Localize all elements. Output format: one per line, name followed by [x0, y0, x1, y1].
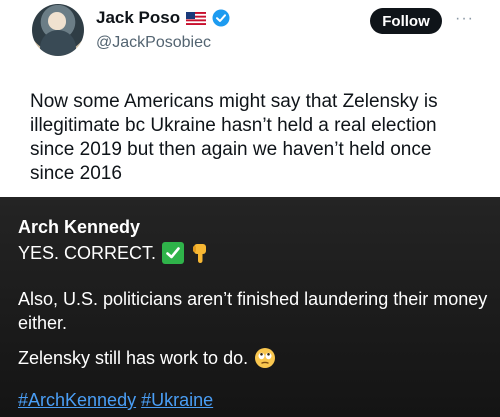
- post-paragraph-3: Zelensky still has work to do.: [18, 347, 276, 369]
- follow-button[interactable]: Follow: [370, 8, 442, 34]
- pointing-down-icon: [190, 242, 210, 264]
- more-options-icon[interactable]: ···: [455, 10, 474, 28]
- embedded-tweet: Jack Poso @JackPosobiec Follow ··· Now s…: [0, 0, 500, 197]
- hashtag-link[interactable]: #Ukraine: [141, 390, 213, 410]
- us-flag-icon: [186, 11, 207, 25]
- hashtag-link[interactable]: #ArchKennedy: [18, 390, 136, 410]
- verified-badge-icon: [212, 9, 230, 27]
- eye-roll-face-icon: [254, 347, 276, 369]
- check-mark-icon: [162, 242, 185, 264]
- avatar[interactable]: [32, 4, 84, 56]
- post-line-1: YES. CORRECT.: [18, 242, 210, 264]
- post-author[interactable]: Arch Kennedy: [18, 217, 140, 238]
- post-caption-panel: Arch Kennedy YES. CORRECT. Also, U.S. po…: [0, 197, 500, 417]
- post-paragraph-3-text: Zelensky still has work to do.: [18, 347, 249, 368]
- post-paragraph-2: Also, U.S. politicians aren’t finished l…: [18, 289, 488, 333]
- post-line-1-text: YES. CORRECT.: [18, 242, 157, 263]
- tweet-text: Now some Americans might say that Zelens…: [30, 91, 438, 184]
- display-name[interactable]: Jack Poso: [96, 8, 180, 28]
- tweet-handle[interactable]: @JackPosobiec: [96, 34, 211, 52]
- tweet-author-row: Jack Poso: [96, 8, 230, 28]
- hashtag-row: #ArchKennedy #Ukraine: [18, 390, 213, 411]
